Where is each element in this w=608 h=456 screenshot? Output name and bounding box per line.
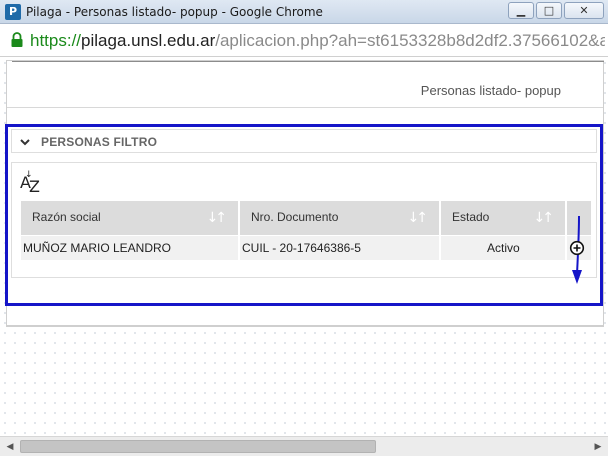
header-divider bbox=[7, 107, 603, 108]
filter-title: PERSONAS FILTRO bbox=[41, 135, 158, 149]
scroll-left-icon[interactable]: ◀ bbox=[2, 439, 18, 455]
lock-icon bbox=[11, 32, 23, 47]
card-bottom-border bbox=[6, 326, 604, 327]
column-header-razon-social[interactable]: Razón social ↓↑ bbox=[21, 201, 239, 235]
sort-az-icon[interactable]: A ↓ Z bbox=[20, 170, 42, 196]
chevron-down-icon[interactable] bbox=[19, 136, 31, 148]
scroll-right-icon[interactable]: ▶ bbox=[590, 439, 606, 455]
cell-documento: CUIL - 20-17646386-5 bbox=[240, 236, 440, 260]
url-host: pilaga.unsl.edu.ar bbox=[81, 31, 216, 50]
window-titlebar: P Pilaga - Personas listado- popup - Goo… bbox=[0, 0, 608, 24]
column-label: Estado bbox=[452, 210, 490, 224]
add-circle-icon[interactable] bbox=[569, 240, 585, 256]
scrollbar-thumb[interactable] bbox=[20, 440, 376, 453]
column-header-documento[interactable]: Nro. Documento ↓↑ bbox=[240, 201, 440, 235]
column-label: Razón social bbox=[32, 210, 101, 224]
cell-razon-social: MUÑOZ MARIO LEANDRO bbox=[21, 236, 239, 260]
cell-text: Activo bbox=[487, 241, 520, 255]
cell-text: CUIL - 20-17646386-5 bbox=[242, 241, 361, 255]
horizontal-scrollbar[interactable]: ◀ ▶ bbox=[0, 436, 608, 456]
maximize-button[interactable]: □ bbox=[536, 2, 562, 19]
page-content: Personas listado- popup PERSONAS FILTRO … bbox=[0, 58, 608, 436]
minimize-button[interactable]: ▁ bbox=[508, 2, 534, 19]
app-icon: P bbox=[5, 4, 21, 20]
url-text[interactable]: https://pilaga.unsl.edu.ar/aplicacion.ph… bbox=[30, 31, 605, 51]
address-bar[interactable]: https://pilaga.unsl.edu.ar/aplicacion.ph… bbox=[0, 24, 608, 57]
sort-arrows-icon[interactable]: ↓↑ bbox=[408, 210, 429, 226]
page-title: Personas listado- popup bbox=[420, 83, 561, 98]
column-header-estado[interactable]: Estado ↓↑ bbox=[441, 201, 566, 235]
sort-arrows-icon[interactable]: ↓↑ bbox=[534, 210, 555, 226]
url-path: /aplicacion.php?ah=st6153328b8d2df2.3756… bbox=[215, 31, 605, 50]
cell-estado: Activo bbox=[441, 236, 566, 260]
top-divider bbox=[12, 61, 604, 62]
close-button[interactable]: ✕ bbox=[564, 2, 604, 19]
filter-panel-header[interactable]: PERSONAS FILTRO bbox=[11, 129, 597, 153]
window-controls: ▁ □ ✕ bbox=[508, 2, 604, 19]
sort-az-z: Z bbox=[29, 177, 40, 196]
window-title: Pilaga - Personas listado- popup - Googl… bbox=[26, 5, 323, 19]
sort-arrows-icon[interactable]: ↓↑ bbox=[207, 210, 228, 226]
cell-text: MUÑOZ MARIO LEANDRO bbox=[23, 241, 172, 255]
url-scheme: https:// bbox=[30, 31, 82, 50]
column-label: Nro. Documento bbox=[251, 210, 339, 224]
